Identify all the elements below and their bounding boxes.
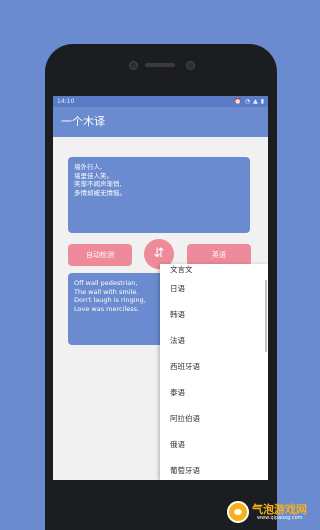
phone-camera bbox=[129, 61, 138, 70]
menu-scrollbar[interactable] bbox=[265, 280, 267, 352]
menu-item-russian[interactable]: 俄语 bbox=[160, 432, 268, 458]
watermark-logo-icon bbox=[227, 501, 249, 523]
menu-item-arabic[interactable]: 阿拉伯语 bbox=[160, 406, 268, 432]
status-icons: ⏰ ◔ ▲ ▮ bbox=[234, 96, 264, 107]
menu-item-spanish[interactable]: 西班牙语 bbox=[160, 354, 268, 380]
source-line: 笑渐不闻声渐悄, bbox=[74, 180, 122, 188]
source-line: 墙外行人, bbox=[74, 163, 103, 171]
menu-item-korean[interactable]: 韩语 bbox=[160, 302, 268, 328]
menu-item-french[interactable]: 法语 bbox=[160, 328, 268, 354]
output-line: Off wall pedestrian, bbox=[74, 279, 138, 287]
output-line: Don't laugh is ringing, bbox=[74, 296, 146, 304]
app-screen: 14:10 ⏰ ◔ ▲ ▮ 一个木译 墙外行人, 墙里佳人笑。 笑渐不闻声渐悄,… bbox=[53, 96, 268, 480]
app-bar: 一个木译 bbox=[53, 107, 268, 137]
menu-item-portuguese[interactable]: 葡萄牙语 bbox=[160, 458, 268, 480]
watermark: 气泡游戏网 www.qipaoxg.com bbox=[227, 499, 315, 525]
watermark-url: www.qipaoxg.com bbox=[257, 515, 303, 521]
status-bar: 14:10 ⏰ ◔ ▲ ▮ bbox=[53, 96, 268, 107]
output-line: Love was merciless. bbox=[74, 304, 140, 313]
source-language-button[interactable]: 自动检测 bbox=[68, 244, 132, 266]
language-dropdown-menu: 文言文 日语 韩语 法语 西班牙语 泰语 阿拉伯语 俄语 葡萄牙语 bbox=[160, 264, 268, 480]
source-line: 多情却被无情恼。 bbox=[74, 188, 126, 197]
battery-icon: ▮ bbox=[260, 98, 264, 105]
swap-icon: ⇵ bbox=[153, 246, 165, 261]
output-line: The wall with smile. bbox=[74, 287, 139, 296]
menu-item-classical-chinese[interactable]: 文言文 bbox=[160, 264, 268, 276]
phone-sensor bbox=[186, 61, 195, 70]
source-text-card[interactable]: 墙外行人, 墙里佳人笑。 笑渐不闻声渐悄, 多情却被无情恼。 bbox=[68, 157, 250, 233]
signal-icon: ▲ bbox=[253, 98, 258, 105]
menu-item-japanese[interactable]: 日语 bbox=[160, 276, 268, 302]
phone-speaker bbox=[145, 63, 175, 67]
target-language-button[interactable]: 英语 bbox=[187, 244, 251, 266]
status-time: 14:10 bbox=[57, 98, 75, 105]
wifi-icon: ◔ bbox=[244, 98, 251, 105]
menu-item-thai[interactable]: 泰语 bbox=[160, 380, 268, 406]
alarm-icon: ⏰ bbox=[234, 98, 242, 105]
source-line: 墙里佳人笑。 bbox=[74, 171, 113, 180]
app-title: 一个木译 bbox=[61, 115, 105, 128]
